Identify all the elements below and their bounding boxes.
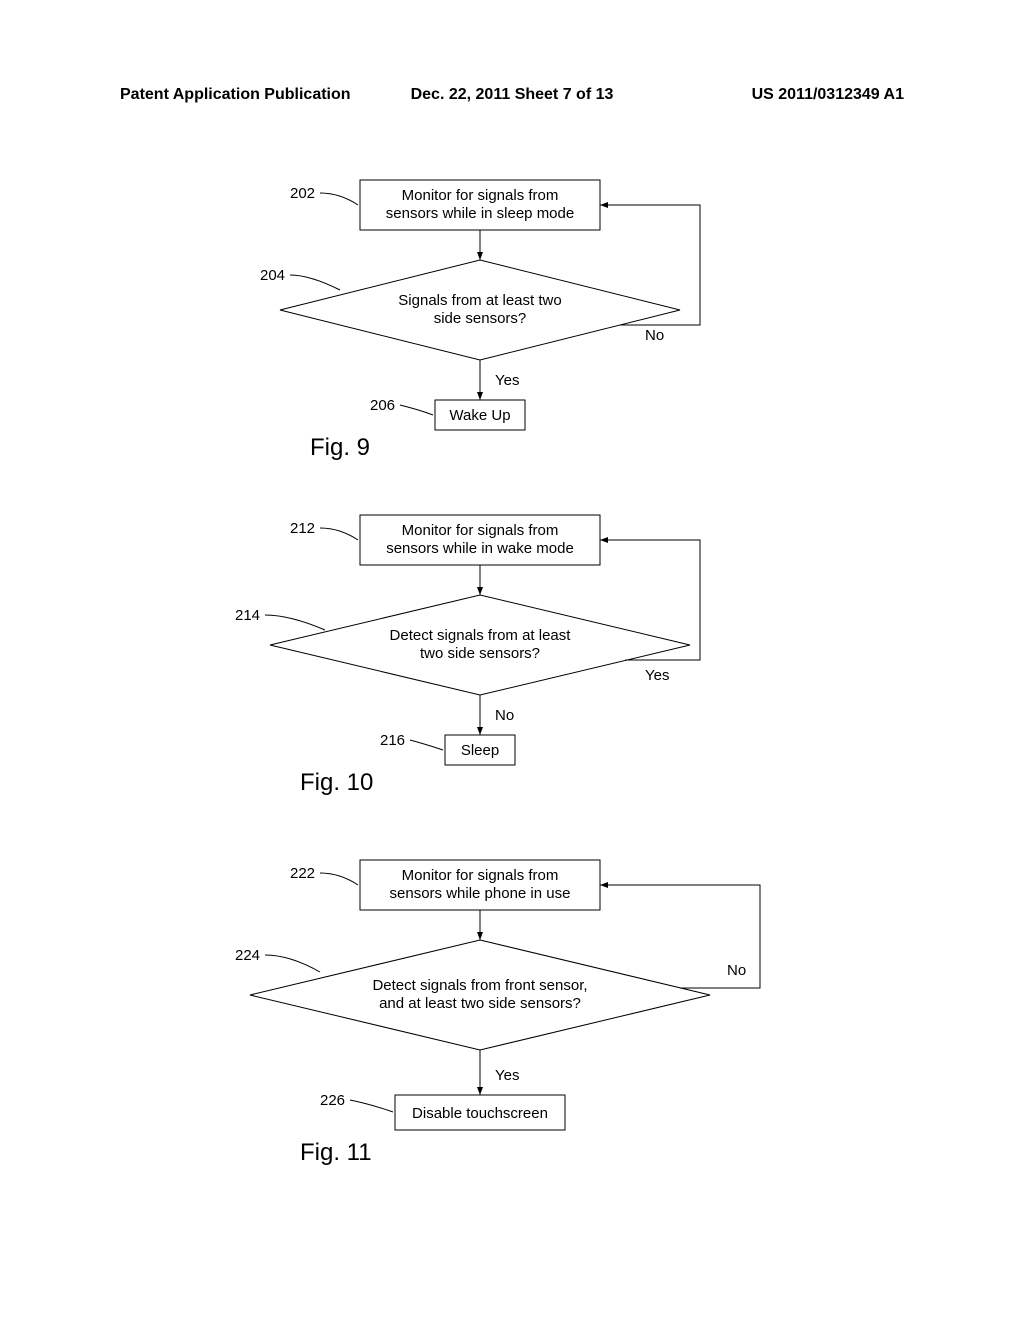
- ref-226: 226: [320, 1092, 345, 1109]
- box-226-text: Disable touchscreen: [412, 1105, 548, 1122]
- page-header: Patent Application Publication Dec. 22, …: [120, 86, 904, 104]
- box-204-l2: side sensors?: [434, 310, 527, 327]
- date-sheet-label: Dec. 22, 2011 Sheet 7 of 13: [411, 86, 614, 104]
- no-label-10: No: [495, 707, 514, 724]
- ref-222: 222: [290, 865, 315, 882]
- no-label-11: No: [727, 962, 746, 979]
- no-label-9: No: [645, 327, 664, 344]
- leader-204: [290, 275, 340, 290]
- box-222-l1: Monitor for signals from: [402, 867, 559, 884]
- yes-label-11: Yes: [495, 1067, 519, 1084]
- leader-226: [350, 1100, 393, 1112]
- box-212-l2: sensors while in wake mode: [386, 540, 574, 557]
- box-202-text-l1: Monitor for signals from: [402, 187, 559, 204]
- leader-202: [320, 193, 358, 205]
- leader-206: [400, 405, 433, 415]
- box-204-l1: Signals from at least two: [398, 292, 561, 309]
- diagram-container: Monitor for signals from sensors while i…: [0, 160, 1024, 1260]
- leader-222: [320, 873, 358, 885]
- ref-216: 216: [380, 732, 405, 749]
- leader-216: [410, 740, 443, 750]
- yes-path-10: [600, 540, 700, 660]
- box-224-l1: Detect signals from front sensor,: [372, 977, 587, 994]
- ref-224: 224: [235, 947, 260, 964]
- leader-214: [265, 615, 325, 630]
- box-202-text-l2: sensors while in sleep mode: [386, 205, 574, 222]
- publication-label: Patent Application Publication: [120, 86, 351, 104]
- box-216-text: Sleep: [461, 742, 499, 759]
- ref-212: 212: [290, 520, 315, 537]
- ref-202: 202: [290, 185, 315, 202]
- box-214-l2: two side sensors?: [420, 645, 540, 662]
- no-path-9: [600, 205, 700, 325]
- box-212-l1: Monitor for signals from: [402, 522, 559, 539]
- fig-10-title: Fig. 10: [300, 769, 373, 796]
- ref-206: 206: [370, 397, 395, 414]
- box-214-l1: Detect signals from at least: [390, 627, 572, 644]
- box-206-text: Wake Up: [449, 407, 510, 424]
- leader-224: [265, 955, 320, 972]
- patent-number: US 2011/0312349 A1: [752, 86, 904, 104]
- leader-212: [320, 528, 358, 540]
- ref-204: 204: [260, 267, 285, 284]
- box-224-l2: and at least two side sensors?: [379, 995, 581, 1012]
- fig-9-title: Fig. 9: [310, 434, 370, 461]
- fig-11-title: Fig. 11: [300, 1139, 372, 1166]
- yes-label-10: Yes: [645, 667, 669, 684]
- yes-label-9: Yes: [495, 372, 519, 389]
- box-222-l2: sensors while phone in use: [390, 885, 571, 902]
- ref-214: 214: [235, 607, 260, 624]
